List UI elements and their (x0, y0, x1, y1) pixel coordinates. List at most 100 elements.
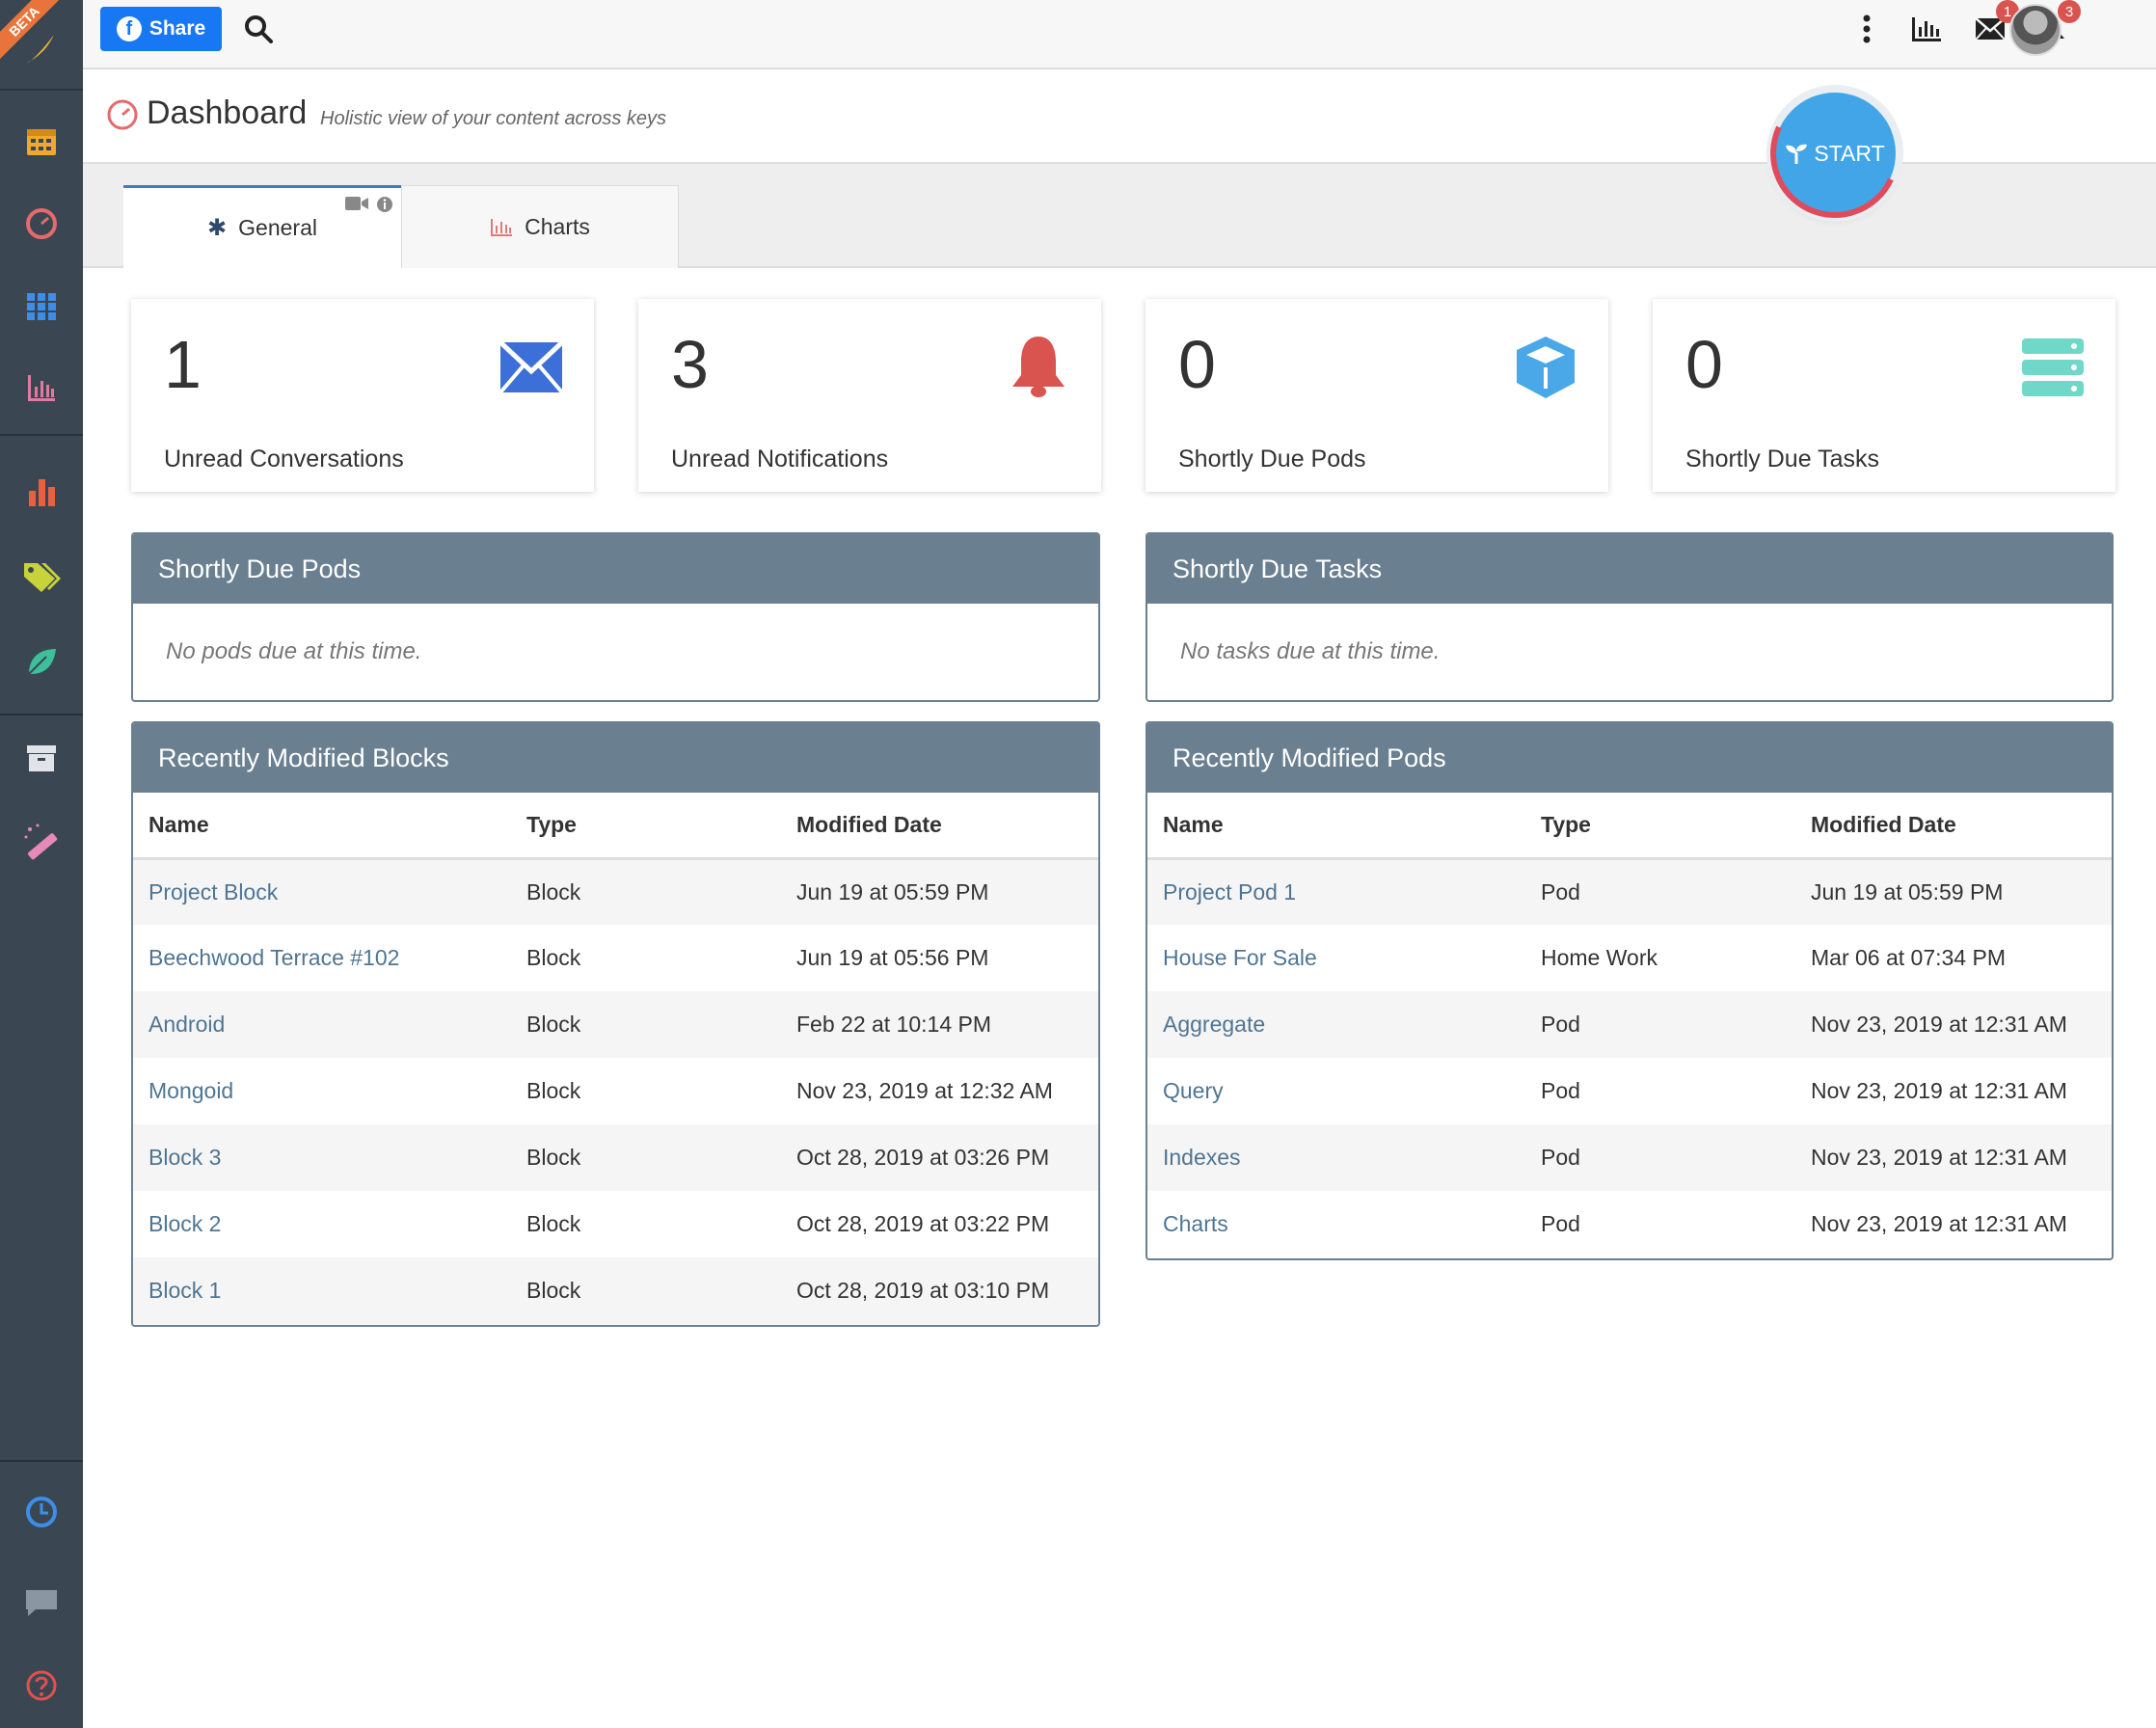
bar-chart-outline-icon (1912, 17, 1941, 41)
sidebar-item-magic[interactable] (0, 812, 83, 870)
stat-label: Unread Notifications (671, 446, 889, 472)
cell-date: Nov 23, 2019 at 12:31 AM (1795, 1124, 2112, 1191)
table-row: House For Sale Home Work Mar 06 at 07:34 P… (1147, 925, 2112, 991)
reports-button[interactable] (1907, 8, 1946, 50)
table-row: Indexes Pod Nov 23, 2019 at 12:31 AM (1147, 1124, 2112, 1191)
sidebar-item-leaf[interactable] (0, 633, 83, 690)
table-row: Aggregate Pod Nov 23, 2019 at 12:31 AM (1147, 991, 2112, 1058)
page-subtitle: Holistic view of your content across key… (320, 108, 667, 129)
cell-date: Nov 23, 2019 at 12:31 AM (1795, 991, 2112, 1058)
leaf-icon (28, 649, 56, 675)
sidebar-item-archive[interactable] (0, 729, 83, 787)
sidebar-item-calendar[interactable] (0, 112, 83, 170)
cell-date: Jun 19 at 05:56 PM (796, 945, 989, 970)
bar-chart-icon (29, 479, 55, 506)
sidebar-item-help[interactable] (0, 1657, 83, 1714)
table-header-row: Name Type Modified Date (133, 793, 1098, 860)
pod-name-link[interactable]: Charts (1147, 1191, 1525, 1257)
stat-value: 1 (164, 327, 202, 402)
cell-date: Oct 28, 2019 at 03:26 PM (781, 1124, 1098, 1191)
stat-label: Unread Conversations (164, 446, 404, 472)
vertical-dots-icon (1863, 14, 1871, 43)
table-row: Query Pod Nov 23, 2019 at 12:31 AM (1147, 1058, 2112, 1124)
table-row: Android Block Feb 22 at 10:14 PM (133, 991, 1098, 1058)
table-header-row: Name Type Modified Date (1147, 793, 2112, 860)
stat-card-due-pods[interactable]: 0 Shortly Due Pods (1145, 299, 1608, 492)
more-options-button[interactable] (1857, 8, 1876, 50)
bell-icon (1012, 337, 1065, 397)
sidebar-logo[interactable]: BETA (0, 0, 83, 91)
column-header[interactable]: Type (511, 793, 781, 860)
sidebar-item-dashboard[interactable] (0, 195, 83, 253)
panel-title: Shortly Due Pods (133, 534, 1098, 604)
facebook-icon: f (116, 16, 142, 41)
stat-card-notifications[interactable]: 3 Unread Notifications (638, 299, 1101, 492)
page-title: Dashboard (147, 94, 308, 131)
dashboard-gauge-icon (26, 208, 57, 239)
user-avatar[interactable] (2009, 4, 2062, 56)
sidebar-separator (0, 434, 83, 436)
table-row: Block 3 Block Oct 28, 2019 at 03:26 PM (133, 1124, 1098, 1191)
stat-card-conversations[interactable]: 1 Unread Conversations (131, 299, 594, 492)
messages-button[interactable]: 1 (1971, 0, 2019, 50)
cell-type: Pod (1541, 1078, 1580, 1103)
block-name-link[interactable]: Project Block (133, 858, 511, 925)
sidebar-item-history[interactable] (0, 1483, 83, 1541)
empty-message: No tasks due at this time. (1180, 638, 1441, 664)
share-label: Share (148, 17, 206, 40)
brand-feather-icon (27, 35, 54, 64)
table-row: Block 1 Block Oct 28, 2019 at 03:10 PM (133, 1257, 1098, 1324)
block-name-link[interactable]: Android (133, 991, 511, 1058)
search-button[interactable] (239, 10, 278, 48)
facebook-share-button[interactable]: f Share (100, 7, 222, 51)
block-name-link[interactable]: Beechwood Terrace #102 (133, 925, 511, 991)
info-icon[interactable] (376, 196, 393, 213)
cell-type: Pod (1525, 858, 1795, 925)
tab-charts[interactable]: Charts (401, 185, 679, 268)
start-label: START (1814, 140, 1885, 166)
panel-title: Recently Modified Pods (1147, 723, 2112, 793)
block-name-link[interactable]: Block 1 (133, 1257, 511, 1324)
cell-type: Block (526, 1078, 581, 1103)
sidebar-separator (0, 1460, 83, 1462)
sidebar-item-tags[interactable] (0, 548, 83, 606)
column-header[interactable]: Name (133, 793, 511, 860)
column-header[interactable]: Modified Date (781, 793, 1098, 860)
start-button[interactable]: START (1774, 93, 1896, 214)
pod-name-link[interactable]: Project Pod 1 (1147, 858, 1525, 925)
pod-name-link[interactable]: Indexes (1147, 1124, 1525, 1191)
stat-label: Shortly Due Pods (1178, 446, 1366, 472)
video-icon[interactable] (345, 196, 368, 211)
stat-label: Shortly Due Tasks (1685, 446, 1880, 472)
calendar-icon (27, 129, 56, 155)
cell-type: Block (526, 1211, 581, 1236)
block-name-link[interactable]: Block 2 (133, 1191, 511, 1257)
block-name-link[interactable]: Mongoid (133, 1058, 511, 1124)
sidebar-item-reports[interactable] (0, 359, 83, 417)
panel-title: Shortly Due Tasks (1147, 534, 2112, 604)
cell-date: Nov 23, 2019 at 12:31 AM (1811, 1078, 2067, 1103)
pod-name-link[interactable]: Aggregate (1147, 991, 1525, 1058)
tab-general[interactable]: ✱ General (123, 185, 401, 268)
chat-icon (26, 1590, 57, 1616)
cell-date: Nov 23, 2019 at 12:32 AM (796, 1078, 1053, 1103)
column-header[interactable]: Modified Date (1795, 793, 2112, 860)
sidebar-item-chat[interactable] (0, 1574, 83, 1632)
cell-date: Mar 06 at 07:34 PM (1811, 945, 2006, 970)
sidebar-separator (0, 714, 83, 716)
cell-date: Jun 19 at 05:59 PM (1795, 858, 2112, 925)
column-header[interactable]: Type (1525, 793, 1795, 860)
stat-value: 0 (1685, 327, 1723, 402)
cell-type: Pod (1525, 991, 1795, 1058)
sidebar-item-analytics[interactable] (0, 463, 83, 521)
column-header[interactable]: Name (1147, 793, 1525, 860)
stat-card-due-tasks[interactable]: 0 Shortly Due Tasks (1653, 299, 2116, 492)
table-row: Project Block Block Jun 19 at 05:59 PM (133, 858, 1098, 925)
pod-name-link[interactable]: Query (1147, 1058, 1525, 1124)
block-name-link[interactable]: Block 3 (133, 1124, 511, 1191)
panel-title: Recently Modified Blocks (133, 723, 1098, 793)
pod-name-link[interactable]: House For Sale (1147, 925, 1525, 991)
sidebar-item-grid[interactable] (0, 278, 83, 336)
cell-date: Nov 23, 2019 at 12:31 AM (1811, 1211, 2067, 1236)
tab-label: General (238, 215, 317, 240)
